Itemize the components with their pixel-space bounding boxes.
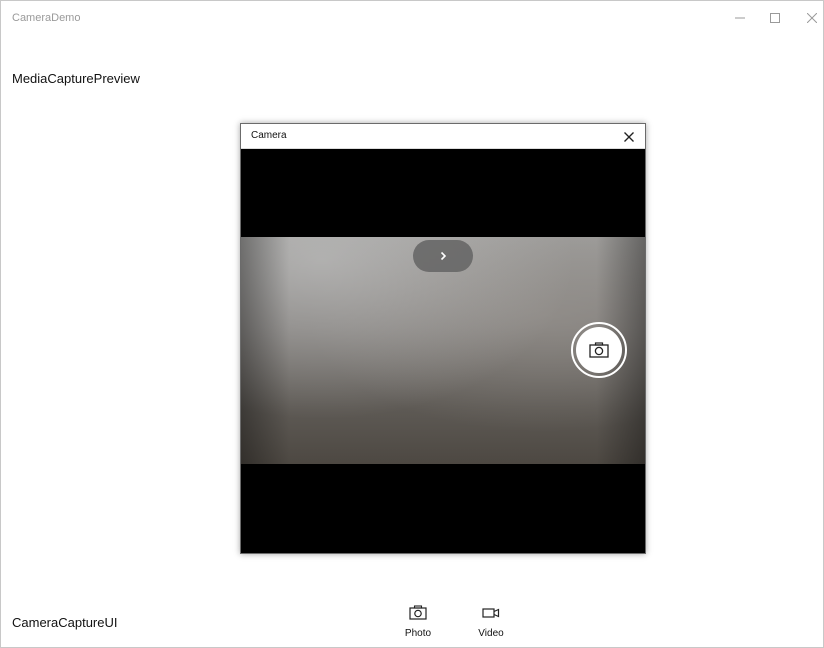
photo-button-label: Photo <box>404 628 432 639</box>
app-title: CameraDemo <box>12 12 81 24</box>
close-icon <box>807 13 817 23</box>
video-button-label: Video <box>478 628 504 639</box>
take-photo-button[interactable] <box>571 322 627 378</box>
chevron-right-icon <box>440 251 447 261</box>
video-icon <box>471 605 511 623</box>
camera-icon <box>398 605 438 623</box>
shutter-button-face <box>576 327 622 373</box>
media-capture-preview-label: MediaCapturePreview <box>12 71 140 86</box>
camera-dialog: Camera <box>240 123 646 554</box>
camera-dialog-close-button[interactable] <box>623 130 635 142</box>
camera-dialog-title: Camera <box>251 130 287 141</box>
camera-capture-ui-label: CameraCaptureUI <box>12 615 118 630</box>
app-window: CameraDemo MediaCapturePreview Camera Ca… <box>0 0 824 648</box>
minimize-button[interactable] <box>721 1 759 35</box>
camera-dialog-title-bar: Camera <box>241 124 645 149</box>
minimize-icon <box>735 17 745 19</box>
camera-icon <box>589 342 609 358</box>
maximize-icon <box>770 13 780 23</box>
maximize-button[interactable] <box>756 1 794 35</box>
video-button[interactable]: Video <box>471 605 511 643</box>
close-window-button[interactable] <box>793 1 824 35</box>
title-bar[interactable]: CameraDemo <box>1 1 823 37</box>
camera-preview-feed <box>241 237 645 464</box>
photo-button[interactable]: Photo <box>398 605 438 643</box>
expand-options-button[interactable] <box>413 240 473 272</box>
close-icon <box>624 132 634 142</box>
